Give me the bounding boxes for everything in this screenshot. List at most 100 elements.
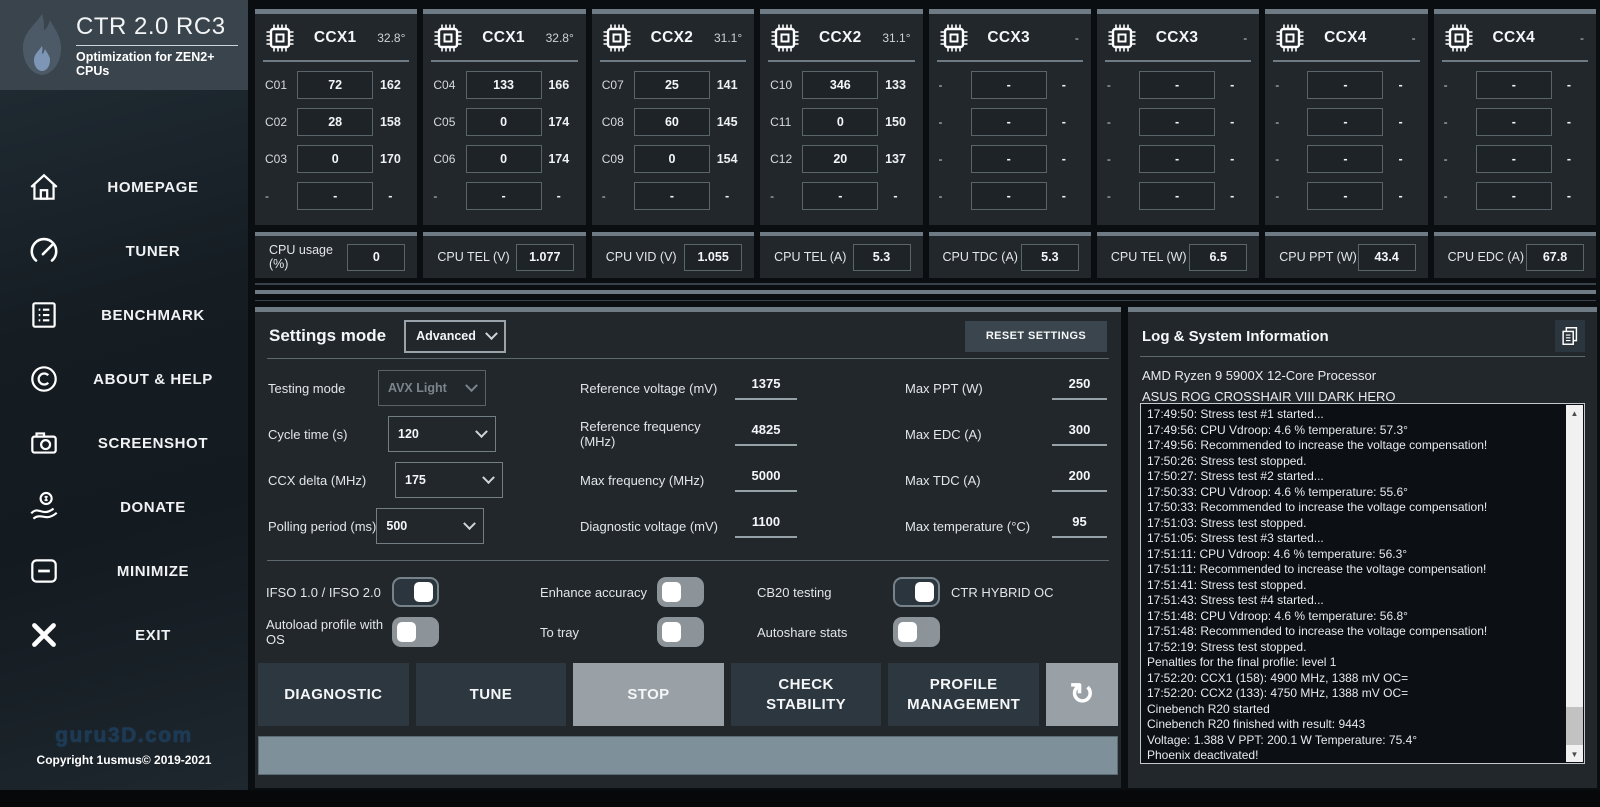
- setting-row: Max PPT (W) 250: [905, 370, 1121, 406]
- core-row: - - -: [1107, 182, 1249, 210]
- ccx-panel: CCX2 31.1° C07 25 141 C08 60 145 C09 0 1…: [591, 9, 755, 225]
- scrollbar-thumb[interactable]: [1566, 707, 1583, 745]
- settings-right-column: Max PPT (W) 250 Max EDC (A) 300 Max TDC …: [905, 370, 1121, 554]
- core-label: -: [1275, 152, 1280, 166]
- toggles-divider: [267, 560, 1109, 561]
- cpu-stat-cell: CPU TEL (W) 6.5: [1096, 232, 1260, 278]
- core-rows: C07 25 141 C08 60 145 C09 0 154 - - -: [592, 71, 754, 210]
- toggle-switch[interactable]: [893, 577, 940, 607]
- scroll-down-arrow[interactable]: ▼: [1566, 746, 1583, 762]
- core-value-field: -: [970, 145, 1047, 173]
- core-rows: C10 346 133 C11 0 150 C12 20 137 - - -: [760, 71, 922, 210]
- settings-mode-dropdown[interactable]: Advanced: [404, 319, 507, 353]
- app-subtitle: Optimization for ZEN2+ CPUs: [76, 49, 215, 78]
- cpu-stat-label: CPU PPT (W): [1279, 250, 1357, 264]
- ccx-temperature: -: [1580, 31, 1584, 45]
- core-frequency-value: 158: [379, 115, 401, 129]
- setting-dropdown[interactable]: 500: [376, 508, 485, 544]
- toggle-label: Autoshare stats: [757, 624, 848, 640]
- cpu-stat-value: 0: [347, 243, 406, 271]
- action-button[interactable]: DIAGNOSTIC: [258, 663, 409, 726]
- toggle-switch[interactable]: [893, 617, 940, 647]
- setting-dropdown[interactable]: AVX Light: [378, 370, 486, 406]
- reset-settings-button[interactable]: RESET SETTINGS: [965, 320, 1107, 352]
- sidebar-item-donate[interactable]: DONATE: [0, 475, 248, 539]
- log-line: 17:51:48: CPU Vdroop: 4.6 % temperature:…: [1147, 608, 1408, 623]
- sidebar-item-benchmark[interactable]: BENCHMARK: [0, 283, 248, 347]
- core-label: -: [1106, 152, 1111, 166]
- action-button[interactable]: PROFILE MANAGEMENT: [888, 663, 1039, 726]
- core-row: C06 0 174: [433, 145, 575, 173]
- core-row: - - -: [1107, 71, 1249, 99]
- toggle-switch[interactable]: [657, 617, 704, 647]
- core-frequency-value: -: [1230, 189, 1235, 203]
- toggle-label: IFSO 1.0 / IFSO 2.0: [266, 584, 381, 600]
- ccx-panel: CCX1 32.8° C01 72 162 C02 28 158 C03 0 1…: [255, 9, 418, 225]
- setting-value-field[interactable]: 5000: [735, 468, 797, 492]
- refresh-button[interactable]: ↻: [1045, 663, 1118, 726]
- sidebar-item-label: DONATE: [120, 498, 186, 516]
- ccx-panel-header: CCX3 -: [929, 14, 1091, 60]
- sidebar-item-screenshot[interactable]: SCREENSHOT: [0, 411, 248, 475]
- sidebar-item-exit[interactable]: EXIT: [0, 603, 248, 667]
- ccx-temperature: 31.1°: [882, 31, 911, 45]
- setting-value-field[interactable]: 1100: [735, 514, 797, 538]
- core-value-field: 0: [297, 145, 374, 173]
- setting-label: Max frequency (MHz): [580, 472, 705, 488]
- core-value-field: -: [465, 182, 542, 210]
- log-scrollbar[interactable]: ▲ ▼: [1566, 405, 1583, 762]
- log-line: 17:52:19: Stress test stopped.: [1147, 639, 1307, 654]
- app-title: CTR 2.0 RC3: [76, 12, 226, 40]
- core-value-field: 28: [297, 108, 374, 136]
- core-value-field: -: [1475, 145, 1552, 173]
- toggle-switch[interactable]: [392, 617, 439, 647]
- sidebar-item-about[interactable]: ABOUT & HELP: [0, 347, 248, 411]
- toggle-switch[interactable]: [392, 577, 439, 607]
- sidebar-item-label: MINIMIZE: [116, 562, 190, 580]
- core-frequency-value: -: [1566, 152, 1572, 166]
- setting-value-field[interactable]: 200: [1052, 468, 1107, 492]
- setting-value-field[interactable]: 95: [1052, 514, 1107, 538]
- toggle-label: Enhance accuracy: [540, 584, 647, 600]
- core-label: -: [1106, 78, 1111, 92]
- core-value-field: 0: [633, 145, 710, 173]
- log-line: 17:51:11: Recommended to increase the vo…: [1147, 562, 1487, 576]
- core-row: - - -: [1444, 182, 1586, 210]
- log-line: 17:51:41: Stress test stopped.: [1147, 577, 1307, 592]
- sidebar-item-label: EXIT: [135, 626, 171, 644]
- core-value-field: -: [1139, 71, 1216, 99]
- sidebar-item-minimize[interactable]: MINIMIZE: [0, 539, 248, 603]
- core-row: C11 0 150: [770, 108, 912, 136]
- setting-dropdown[interactable]: 120: [388, 416, 496, 452]
- flame-logo-icon: [22, 14, 62, 75]
- toggle-cell: CB20 testing: [757, 574, 951, 610]
- settings-mode-value: Advanced: [416, 329, 476, 343]
- setting-value-field[interactable]: 1375: [735, 376, 797, 400]
- panel-divider: [1441, 60, 1588, 62]
- core-value-field: 0: [802, 108, 879, 136]
- setting-value-field[interactable]: 4825: [735, 422, 797, 446]
- sidebar: CTR 2.0 RC3 Optimization for ZEN2+ CPUs …: [0, 0, 248, 790]
- setting-label: Polling period (ms): [268, 518, 377, 534]
- core-row: - - -: [1107, 145, 1249, 173]
- toggle-knob: [414, 582, 433, 602]
- setting-value-field[interactable]: 300: [1052, 422, 1107, 446]
- panel-divider: [768, 60, 915, 62]
- setting-value-field[interactable]: 250: [1052, 376, 1107, 400]
- toggle-cell: IFSO 1.0 / IFSO 2.0: [266, 574, 540, 610]
- setting-dropdown[interactable]: 175: [395, 462, 503, 498]
- action-button[interactable]: CHECK STABILITY: [730, 663, 882, 726]
- chevron-down-icon: [463, 516, 477, 530]
- sidebar-item-tuner[interactable]: TUNER: [0, 219, 248, 283]
- toggle-switch[interactable]: [657, 577, 704, 607]
- sidebar-item-label: ABOUT & HELP: [93, 370, 213, 388]
- cpu-stat-cell: CPU VID (V) 1.055: [591, 232, 755, 278]
- action-button[interactable]: STOP: [573, 663, 724, 726]
- scroll-up-arrow[interactable]: ▲: [1566, 405, 1583, 421]
- copy-log-button[interactable]: [1555, 320, 1585, 352]
- sidebar-item-homepage[interactable]: HOMEPAGE: [0, 155, 248, 219]
- ccx-temperature: -: [1243, 31, 1248, 45]
- setting-dropdown-value: AVX Light: [388, 381, 447, 395]
- action-button[interactable]: TUNE: [415, 663, 567, 726]
- toggle-cell: Enhance accuracy: [540, 574, 757, 610]
